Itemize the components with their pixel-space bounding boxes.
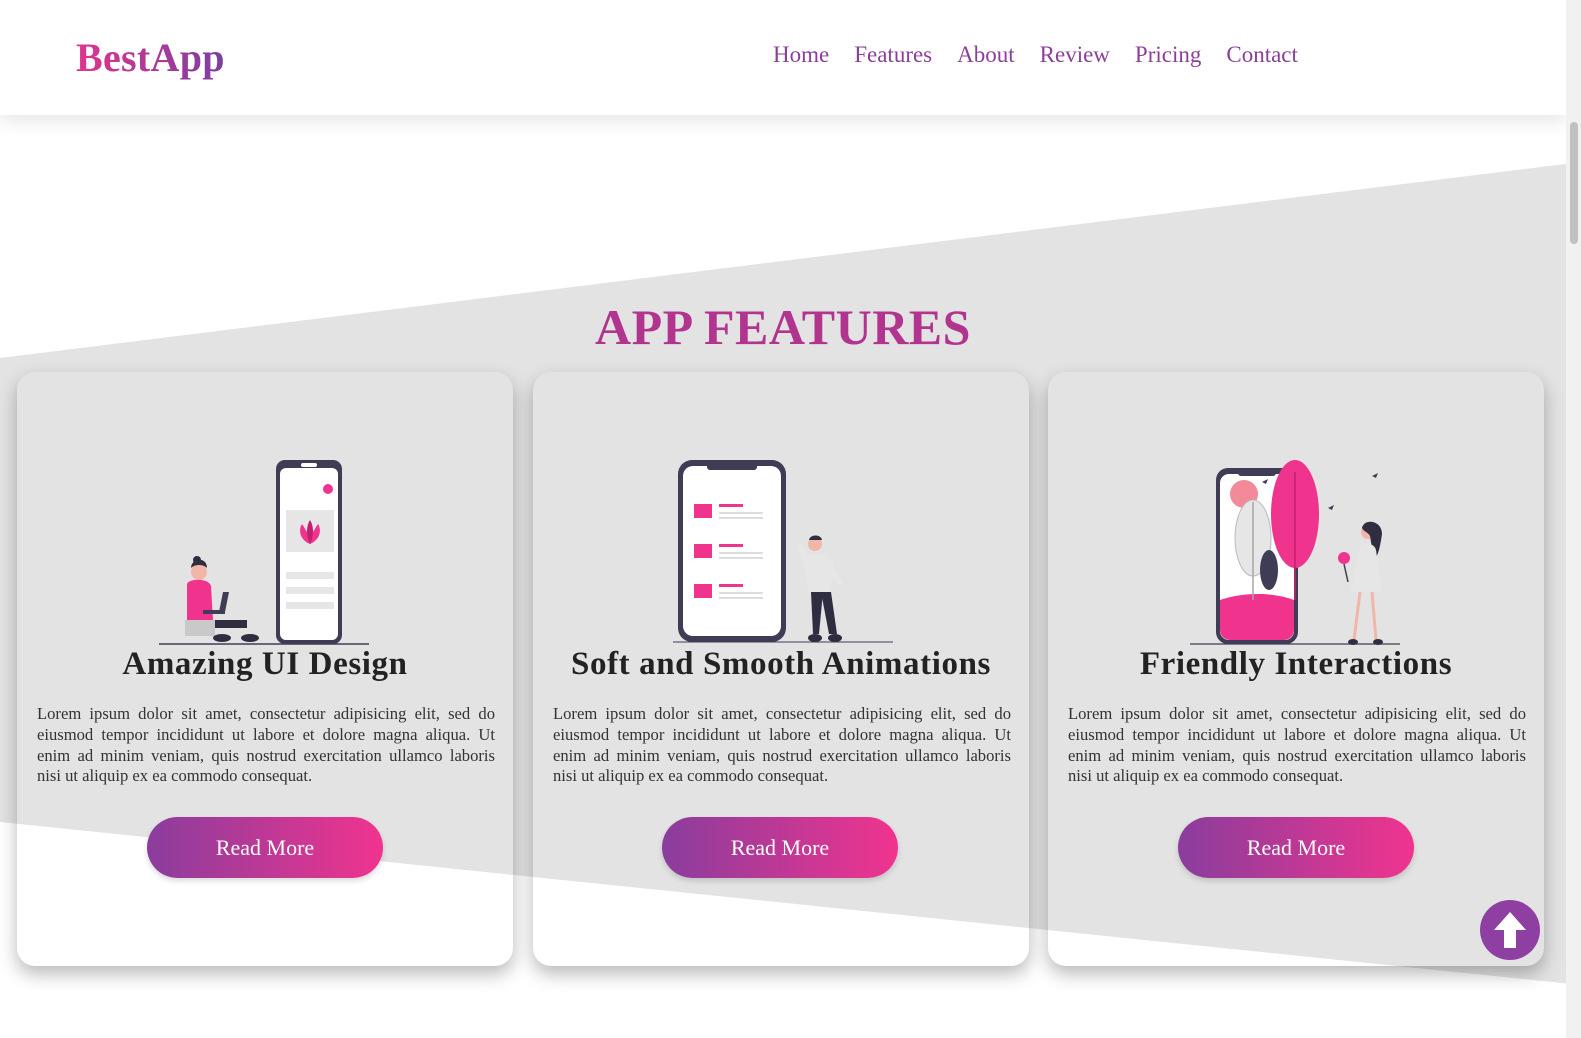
nav-contact[interactable]: Contact (1226, 42, 1298, 68)
section-title: APP FEATURES (595, 298, 971, 355)
nav-home[interactable]: Home (773, 42, 829, 68)
phone-with-seated-woman-illustration (159, 460, 369, 645)
card-title: Amazing UI Design (122, 646, 408, 682)
page-scrollbar[interactable] (1566, 0, 1581, 1038)
card-text: Lorem ipsum dolor sit amet, consectetur … (553, 704, 1011, 786)
card-text: Lorem ipsum dolor sit amet, consectetur … (1068, 704, 1526, 786)
brand-logo[interactable]: BestApp (76, 34, 225, 81)
nav-pricing[interactable]: Pricing (1135, 42, 1201, 68)
phone-tree-with-woman-illustration (1190, 460, 1400, 645)
nav-features[interactable]: Features (854, 42, 932, 68)
arrow-up-icon (1494, 912, 1526, 948)
card-title: Friendly Interactions (1139, 646, 1453, 682)
read-more-button[interactable]: Read More (662, 817, 898, 878)
card-text: Lorem ipsum dolor sit amet, consectetur … (37, 704, 495, 786)
site-header: BestApp Home Features About Review Prici… (0, 0, 1566, 115)
read-more-button[interactable]: Read More (147, 817, 383, 878)
phone-list-with-standing-man-illustration (673, 460, 893, 643)
feature-card: Friendly Interactions Lorem ipsum dolor … (1048, 372, 1544, 966)
read-more-button[interactable]: Read More (1178, 817, 1414, 878)
main-nav: Home Features About Review Pricing Conta… (773, 42, 1323, 68)
feature-card: Soft and Smooth Animations Lorem ipsum d… (533, 372, 1029, 966)
scroll-to-top-button[interactable] (1480, 900, 1540, 960)
card-title: Soft and Smooth Animations (571, 646, 991, 682)
nav-review[interactable]: Review (1040, 42, 1110, 68)
scrollbar-thumb[interactable] (1570, 122, 1578, 244)
nav-about[interactable]: About (957, 42, 1015, 68)
feature-card: Amazing UI Design Lorem ipsum dolor sit … (17, 372, 513, 966)
